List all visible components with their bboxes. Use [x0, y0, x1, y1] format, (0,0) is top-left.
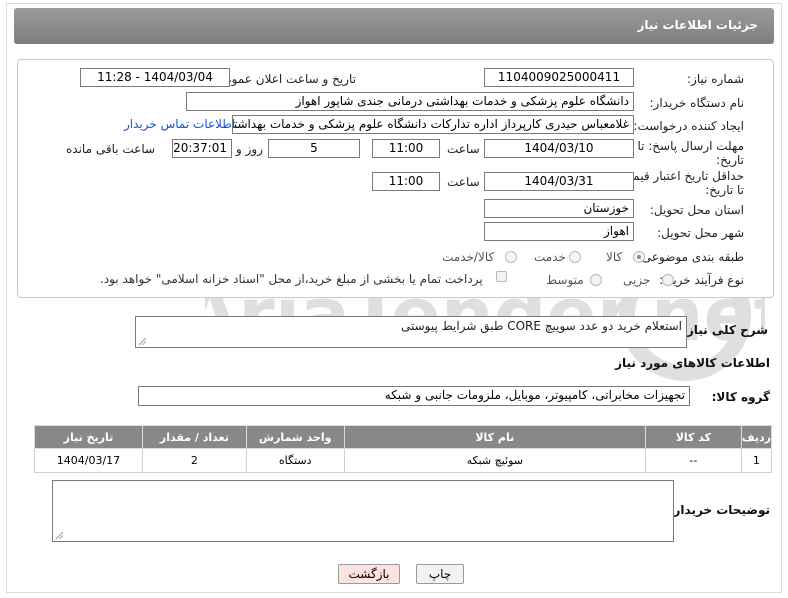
- purchase-radio-minor[interactable]: [662, 274, 674, 286]
- description-text: استعلام خرید دو عدد سوییچ CORE طبق شرایط…: [401, 319, 682, 333]
- requester-label: ایجاد کننده درخواست:: [633, 119, 744, 133]
- category-option-service: خدمت: [534, 250, 566, 264]
- section-header: جزئیات اطلاعات نیاز: [14, 8, 774, 44]
- resize-grip-icon[interactable]: [139, 338, 146, 345]
- category-radio-service[interactable]: [569, 251, 581, 263]
- col-header-unit: واحد شمارش: [245, 425, 345, 449]
- buyer-org-field: دانشگاه علوم پزشکی و خدمات بهداشتی درمان…: [186, 92, 634, 111]
- price-validity-label: حداقل تاریخ اعتبار قیمت:: [617, 169, 744, 183]
- cell-unit: دستگاه: [245, 448, 345, 473]
- cell-need-date: 1404/03/17: [34, 448, 143, 473]
- cell-item-name: سوئیچ شبکه: [343, 448, 646, 473]
- page-title: جزئیات اطلاعات نیاز: [637, 18, 758, 32]
- cell-item-code: --: [644, 448, 742, 473]
- reply-days-field: 5: [268, 139, 360, 158]
- treasury-checkbox[interactable]: [496, 271, 507, 282]
- need-number-field: 1104009025000411: [484, 68, 634, 87]
- category-radio-both[interactable]: [505, 251, 517, 263]
- cell-quantity: 2: [141, 448, 247, 473]
- purchase-radio-medium[interactable]: [590, 274, 602, 286]
- reply-deadline-label-2: تاریخ:: [716, 153, 744, 167]
- reply-time-label: ساعت: [447, 142, 480, 156]
- goods-group-field: تجهیزات مخابراتی، کامپیوتر، موبایل، ملزو…: [138, 386, 690, 406]
- category-option-goods: کالا: [606, 250, 623, 264]
- reply-deadline-label: مهلت ارسال پاسخ: تا: [637, 139, 744, 153]
- items-table: ردیف کد کالا نام کالا واحد شمارش تعداد /…: [34, 425, 773, 473]
- city-field: اهواز: [484, 222, 634, 241]
- buyer-contact-link[interactable]: اطلاعات تماس خریدار: [124, 117, 235, 131]
- goods-section-title: اطلاعات کالاهای مورد نیاز: [615, 356, 770, 370]
- goods-group-label: گروه کالا:: [711, 390, 770, 404]
- buyer-notes-label: توضیحات خریدار:: [668, 503, 770, 517]
- category-option-both: کالا/خدمت: [442, 250, 495, 264]
- col-header-date: تاریخ نیاز: [34, 425, 143, 449]
- col-header-code: کد کالا: [644, 425, 742, 449]
- announce-datetime-label: تاریخ و ساعت اعلان عمومی:: [211, 72, 356, 86]
- remaining-time-field: 20:37:01: [172, 139, 232, 158]
- reply-deadline-time-field: 11:00: [372, 139, 440, 158]
- cell-row-number: 1: [740, 448, 773, 473]
- price-validity-label-2: تا تاریخ:: [705, 183, 744, 197]
- col-header-row: ردیف: [740, 425, 773, 449]
- category-radio-goods[interactable]: [633, 251, 645, 263]
- city-label: شهر محل تحویل:: [657, 226, 744, 240]
- price-validity-time-field: 11:00: [372, 172, 440, 191]
- need-number-label: شماره نیاز:: [687, 72, 744, 86]
- purchase-option-minor: جزیی: [623, 273, 651, 287]
- reply-deadline-date-field: 1404/03/10: [484, 139, 634, 158]
- description-label: شرح کلی نیاز:: [682, 323, 768, 337]
- treasury-note: پرداخت تمام یا بخشی از مبلغ خرید،از محل …: [100, 272, 483, 286]
- print-button[interactable]: چاپ: [416, 564, 464, 584]
- table-row: 1 -- سوئیچ شبکه دستگاه 2 1404/03/17: [34, 448, 773, 473]
- announce-datetime-field: 1404/03/04 - 11:28: [80, 68, 230, 87]
- col-header-name: نام کالا: [343, 425, 646, 449]
- col-header-qty: تعداد / مقدار: [141, 425, 247, 449]
- price-validity-date-field: 1404/03/31: [484, 172, 634, 191]
- buyer-notes-textarea[interactable]: [52, 480, 674, 542]
- province-label: استان محل تحویل:: [649, 203, 744, 217]
- requester-field: غلامعباس حیدری کارپرداز اداره تدارکات دا…: [232, 115, 634, 134]
- days-label: روز و: [236, 142, 263, 156]
- resize-grip-icon[interactable]: [56, 532, 63, 539]
- category-label: طبقه بندی موضوعی:: [637, 250, 744, 264]
- validity-time-label: ساعت: [447, 175, 480, 189]
- back-button[interactable]: بازگشت: [338, 564, 400, 584]
- province-field: خوزستان: [484, 199, 634, 218]
- remaining-time-label: ساعت باقی مانده: [66, 142, 156, 156]
- buyer-org-label: نام دستگاه خریدار:: [649, 96, 745, 110]
- purchase-option-medium: متوسط: [546, 273, 584, 287]
- description-textarea[interactable]: استعلام خرید دو عدد سوییچ CORE طبق شرایط…: [135, 316, 687, 348]
